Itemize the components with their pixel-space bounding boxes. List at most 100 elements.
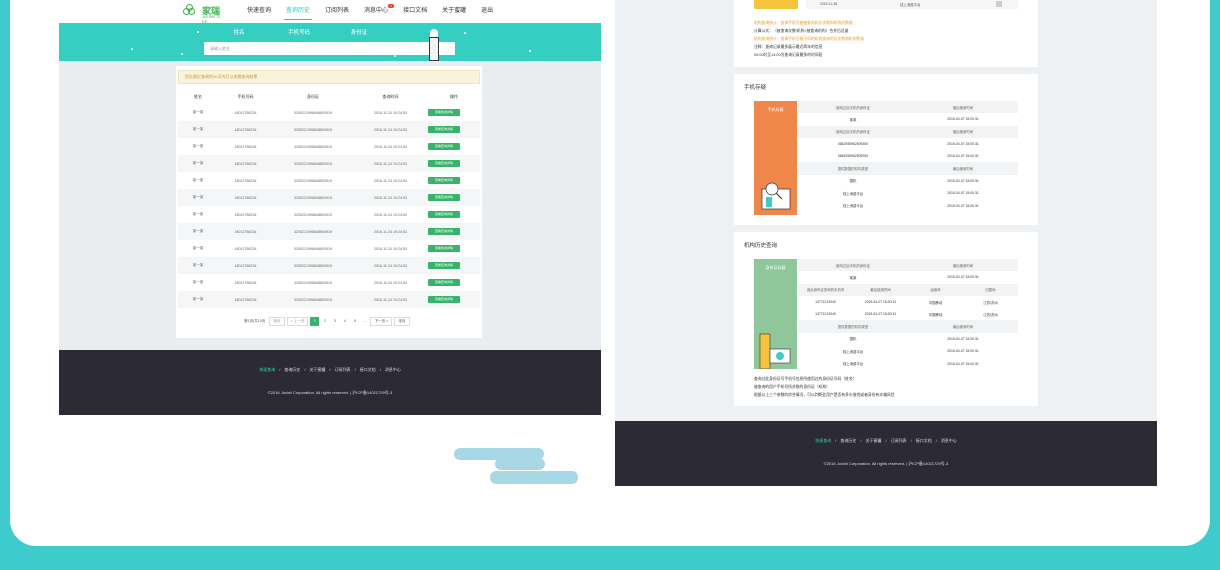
nav-item[interactable]: 查询历史: [284, 0, 313, 23]
table-cell: 某一某: [192, 212, 204, 216]
table-cell: 2016-11-24 19:24:53: [373, 144, 408, 149]
table-cell: 2015-04-07 15:00:31: [947, 178, 979, 183]
phone-doubt-section: 手机存疑 手机存疑 使用过此手机的身份证 最后使用时间 某某 2015-04-07 1…: [734, 74, 1038, 225]
footer-link[interactable]: 关于蜜罐: [309, 367, 325, 372]
footer-link[interactable]: 查询历史: [840, 438, 856, 443]
footer-link[interactable]: 订阅列表: [335, 367, 351, 372]
summary-text: 查询过此身份证号手机号信息所使用过的身份证号码（姓名） 被查询的用户手机号所关联的…: [754, 375, 894, 399]
nav-item[interactable]: 快速查询: [247, 0, 271, 23]
table-cell: 最后使用时间: [952, 325, 974, 330]
logo[interactable]: 家瑞 JIA REI JI KE: [183, 4, 223, 24]
tab-idcard[interactable]: 身份证: [329, 28, 389, 36]
link-separator: /: [279, 367, 281, 372]
page-number[interactable]: 2: [320, 317, 329, 326]
table-cell: 用此身份证查询的手机号: [806, 288, 845, 293]
table-cell: 使用过此手机的身份证: [836, 105, 870, 110]
nav-item[interactable]: 订阅列表: [325, 0, 349, 23]
view-detail-button[interactable]: 查看查询详情: [428, 228, 460, 235]
table-cell: 2016-11-24 19:24:53: [373, 195, 408, 200]
cloud-decoration: [495, 458, 545, 470]
copyright: ©2016 Juxinli Corporation. All rights re…: [823, 461, 949, 466]
nav-item[interactable]: 关于蜜罐: [442, 0, 466, 23]
table-cell: 0682935962509250: [837, 142, 869, 147]
row-value: 线上消费平台: [900, 3, 921, 7]
footer-link[interactable]: 快速查询: [815, 438, 831, 443]
table-cell: 江苏/苏州: [983, 312, 998, 317]
decor-dot: [131, 48, 133, 50]
table-cell: 18012786234: [234, 144, 257, 149]
nav-item[interactable]: 退出: [481, 0, 493, 23]
search-input[interactable]: 请输入姓名: [204, 42, 455, 55]
prev-page-button[interactable]: < 上一页: [286, 317, 309, 326]
last-page-button[interactable]: 末页: [394, 317, 410, 326]
footer-link[interactable]: 消息中心: [941, 438, 957, 443]
page-number[interactable]: 3: [330, 317, 339, 326]
view-detail-button[interactable]: 查看查询详情: [428, 109, 460, 116]
table-cell: 提供数据的机构类型: [837, 167, 869, 172]
table-cell: 2015-04-07 15:00:31: [947, 154, 979, 159]
nav-item[interactable]: 接口文档: [403, 0, 427, 23]
section-title: 机构历史查询: [744, 243, 778, 249]
view-detail-button[interactable]: 查看查询详情: [428, 194, 460, 201]
footer-link[interactable]: 订阅列表: [891, 438, 907, 443]
tab-phone[interactable]: 手机号码: [269, 28, 329, 36]
table-cell: 2015-04-07 15:00:31: [864, 300, 897, 305]
view-detail-button[interactable]: 查看查询详情: [428, 160, 460, 167]
decor-dot: [197, 31, 199, 33]
footer-link[interactable]: 接口文档: [916, 438, 932, 443]
decor-dot: [394, 55, 396, 57]
action-cell: 查看查询详情: [428, 160, 480, 167]
link-separator: /: [860, 438, 862, 443]
link-separator: /: [304, 367, 306, 372]
next-page-button[interactable]: 下一页 >: [370, 317, 393, 326]
page-number[interactable]: ...: [360, 317, 369, 326]
action-cell: 查看查询详情: [428, 194, 480, 201]
table-cell: 2016-11-24 19:24:53: [373, 263, 408, 268]
footer-link[interactable]: 接口文档: [360, 367, 376, 372]
table-cell: 18012786234: [234, 263, 257, 268]
page-number[interactable]: 1: [310, 317, 320, 326]
table-row: 13771212040 2015-04-07 15:00:31 中国移动 江苏/苏州: [798, 296, 1018, 308]
footer-link[interactable]: 关于蜜罐: [865, 438, 881, 443]
table-row: 某一某 18012786234 3205221998848893919 2016-11…: [178, 274, 480, 291]
presentation-card: 家瑞 JIA REI JI KE 快速查询 查询历史 订阅列表 消息中心 6 接口文档 关于…: [10, 0, 1210, 546]
decor-dot: [529, 50, 531, 52]
table-cell: 最后使用时间: [952, 130, 974, 135]
row-icon: [996, 1, 1002, 7]
view-detail-button[interactable]: 查看查询详情: [428, 262, 460, 269]
view-detail-button[interactable]: 查看查询详情: [428, 296, 460, 303]
table-row: 13771212040 2015-04-07 15:00:31 中国移动 江苏/苏州: [798, 308, 1018, 320]
nav-item[interactable]: 消息中心 6: [364, 0, 395, 23]
first-page-button[interactable]: 首页: [269, 317, 285, 326]
summary-line: 查询过此身份证号手机号信息所使用过的身份证号码（姓名）: [754, 377, 857, 381]
table-cell: 18012786234: [234, 127, 257, 132]
tab-name[interactable]: 姓名: [209, 28, 269, 36]
table-cell: 2016-11-24 19:24:53: [373, 161, 408, 166]
table-cell: 2015-04-07 15:00:31: [947, 117, 979, 122]
view-detail-button[interactable]: 查看查询详情: [428, 279, 460, 286]
table-row: 某一某 18012786234 3205221998848893919 2016-11…: [178, 291, 480, 308]
copyright: ©2016 Juxinli Corporation. All rights re…: [267, 390, 393, 395]
view-detail-button[interactable]: 查看查询详情: [428, 143, 460, 150]
view-detail-button[interactable]: 查看查询详情: [428, 211, 460, 218]
footer-link[interactable]: 查询历史: [284, 367, 300, 372]
footer-link[interactable]: 消息中心: [385, 367, 401, 372]
table-cell: 3205221998848893919: [294, 280, 332, 285]
table-cell: 3205221998848893919: [294, 246, 332, 251]
footer-link[interactable]: 快速查询: [259, 367, 275, 372]
page-number[interactable]: 4: [340, 317, 349, 326]
table-header: 用此身份证查询的手机号 最后使用时间 运营商 归属地: [798, 283, 1018, 296]
view-detail-button[interactable]: 查看查询详情: [428, 177, 460, 184]
table-row: 线上消费平台 2015-04-07 15:00:31: [798, 199, 1018, 211]
table-cell: 18012786234: [234, 195, 257, 200]
row-date: 2015-11-38: [820, 2, 838, 6]
table-row: 线上消费平台 2015-04-07 15:00:31: [798, 187, 1018, 199]
history-panel: 您在最近查询的30天内可以查看查询结果 姓名 手机号码 身份证 查询时间 操作 …: [176, 66, 482, 338]
table-cell: 3205221998848893919: [294, 263, 332, 268]
table-header: 使用过此手机的身份证 最后使用时间: [798, 125, 1018, 138]
view-detail-button[interactable]: 查看查询详情: [428, 245, 460, 252]
page-number[interactable]: 5: [350, 317, 359, 326]
action-cell: 查看查询详情: [428, 177, 480, 184]
view-detail-button[interactable]: 查看查询详情: [428, 126, 460, 133]
yellow-illustration: [754, 0, 798, 9]
